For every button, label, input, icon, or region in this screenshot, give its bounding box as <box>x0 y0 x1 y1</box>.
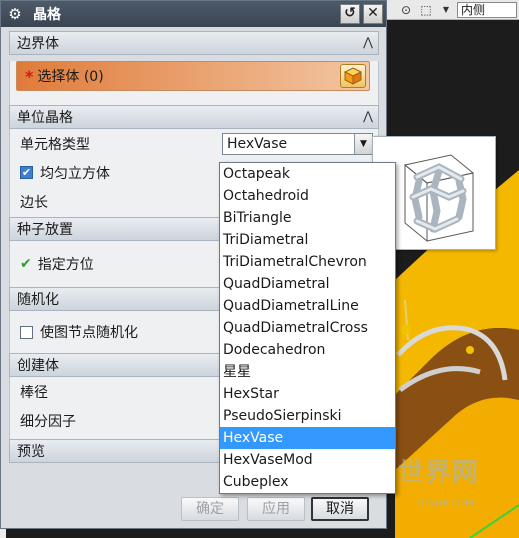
cell-type-value: HexVase <box>227 136 288 152</box>
section-title: 单位晶格 <box>17 110 73 126</box>
cell-type-select[interactable]: HexVase ▼ <box>222 133 373 155</box>
chevron-down-icon[interactable]: ▼ <box>438 2 454 18</box>
section-title: 创建体 <box>17 358 59 374</box>
uniform-cube-checkbox[interactable]: ✔ <box>20 166 33 179</box>
gear-icon[interactable]: ⚙ <box>5 4 25 24</box>
section-header-body[interactable]: 边界体 ⋀ <box>9 31 379 55</box>
dropdown-option[interactable]: TriDiametral <box>220 229 395 251</box>
cell-type-row: 单元格类型 HexVase ▼ <box>10 129 378 158</box>
edge-length-label: 边长 <box>20 194 48 211</box>
select-body-field[interactable]: * 选择体 (0) <box>16 61 370 91</box>
reset-button[interactable]: ↺ <box>340 4 360 24</box>
view-orient-icon[interactable]: ⊙ <box>398 2 414 18</box>
section-title: 预览 <box>17 444 45 460</box>
randomize-nodes-label: 使图节点随机化 <box>40 325 138 341</box>
dropdown-option[interactable]: HexStar <box>220 383 395 405</box>
dropdown-option[interactable]: QuadDiametralCross <box>220 317 395 339</box>
watermark-text: 世界网 <box>398 458 480 488</box>
dialog-titlebar[interactable]: ⚙ 晶格 ↺ ✕ <box>1 1 386 27</box>
dropdown-option[interactable]: Dodecahedron <box>220 339 395 361</box>
dropdown-option[interactable]: 星星 <box>220 361 395 383</box>
select-body-button[interactable] <box>340 64 366 88</box>
close-button[interactable]: ✕ <box>363 4 383 24</box>
dropdown-option[interactable]: TriDiametralChevron <box>220 251 395 273</box>
randomize-nodes-checkbox[interactable] <box>20 325 33 339</box>
dropdown-option[interactable]: HexVase <box>220 427 395 449</box>
dropdown-option[interactable]: BiTriangle <box>220 207 395 229</box>
cell-type-label: 单元格类型 <box>20 136 90 153</box>
dialog-footer: 确定 应用 取消 <box>9 491 379 523</box>
section-title: 随机化 <box>17 292 59 308</box>
section-title: 种子放置 <box>17 222 73 238</box>
dropdown-option[interactable]: HexVaseMod <box>220 449 395 471</box>
cell-type-dropdown-list[interactable]: Octapeak Octahedroid BiTriangle TriDiametra… <box>219 162 396 494</box>
dialog-title: 晶格 <box>33 7 61 23</box>
chevron-up-icon[interactable]: ⋀ <box>363 35 373 49</box>
uniform-cube-label: 均匀立方体 <box>40 165 110 182</box>
checkmark-icon: ✔ <box>20 256 32 272</box>
section-title: 边界体 <box>17 36 59 52</box>
triangle-down-icon[interactable]: ▼ <box>354 134 372 154</box>
specify-orientation-label: 指定方位 <box>37 257 94 273</box>
subdivision-factor-label: 细分因子 <box>20 413 76 430</box>
cancel-button[interactable]: 取消 <box>311 497 369 521</box>
filter-field[interactable]: 内侧 <box>457 2 517 18</box>
watermark-url: 3DSJW.COM <box>415 498 474 509</box>
dropdown-option[interactable]: PseudoSierpinski <box>220 405 395 427</box>
dropdown-option[interactable]: Octapeak <box>220 163 395 185</box>
required-mark: * <box>25 66 34 86</box>
ok-button[interactable]: 确定 <box>181 497 239 521</box>
selection-box-icon[interactable]: ⬚ <box>418 2 434 18</box>
apply-button[interactable]: 应用 <box>247 497 305 521</box>
dropdown-option[interactable]: Octahedroid <box>220 185 395 207</box>
solid-body-cube-icon <box>343 67 363 85</box>
section-header-unit-cell[interactable]: 单位晶格 ⋀ <box>9 105 379 129</box>
section-body-body: * 选择体 (0) <box>9 61 379 105</box>
dropdown-option[interactable]: Cubeplex <box>220 471 395 493</box>
select-body-label: 选择体 (0) <box>37 69 104 85</box>
dropdown-option[interactable]: QuadDiametralLine <box>220 295 395 317</box>
reset-icon: ↺ <box>344 5 356 21</box>
close-icon: ✕ <box>367 5 379 21</box>
viewport-toolbar: ⊙ ⬚ ▼ 内侧 <box>380 0 519 20</box>
chevron-up-icon[interactable]: ⋀ <box>363 109 373 123</box>
rod-diameter-label: 棒径 <box>20 384 48 401</box>
dropdown-option[interactable]: QuadDiametral <box>220 273 395 295</box>
